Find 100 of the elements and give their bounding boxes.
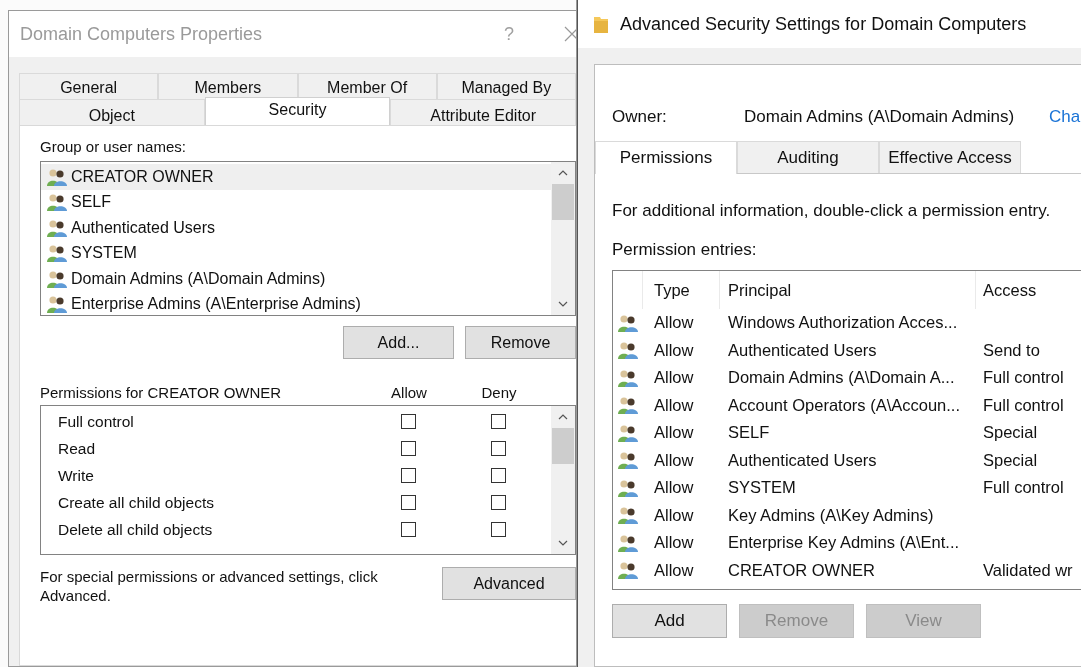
table-cell-text: Special	[982, 423, 1039, 443]
table-cell-text: Send to	[982, 340, 1041, 360]
column-header[interactable]: Access	[976, 271, 1081, 309]
tab[interactable]: Object	[19, 99, 205, 127]
checkbox[interactable]	[490, 441, 506, 456]
checkbox[interactable]	[490, 522, 506, 537]
owner-name: Domain Admins (A\Domain Admins)	[744, 107, 1016, 127]
permission-name: Read	[58, 439, 97, 458]
tab[interactable]: General	[19, 73, 159, 99]
scrollbar-thumb[interactable]	[552, 428, 574, 464]
checkbox[interactable]	[490, 468, 506, 483]
table-cell-text: Allow	[653, 423, 695, 443]
tab[interactable]: Auditing	[737, 141, 879, 173]
scrollbar[interactable]	[551, 162, 575, 315]
permission-name: Delete all child objects	[58, 520, 214, 539]
dialog-button[interactable]: Remove	[465, 326, 576, 359]
checkbox[interactable]	[400, 522, 416, 537]
scrollbar[interactable]	[551, 406, 575, 554]
permission-name: Write	[58, 466, 95, 485]
table-cell-text: Authenticated Users	[727, 340, 878, 360]
users-icon	[618, 561, 638, 580]
table-cell-text: Full control	[982, 395, 1065, 415]
table-cell-text: Full control	[982, 368, 1065, 388]
column-label: Allow	[390, 383, 428, 401]
tab[interactable]: Members	[158, 73, 298, 99]
chevron-down-icon[interactable]	[558, 540, 568, 546]
chevron-up-icon[interactable]	[558, 170, 568, 176]
checkbox[interactable]	[400, 441, 416, 456]
chevron-down-icon[interactable]	[558, 301, 568, 307]
tab[interactable]: Effective Access	[879, 141, 1021, 173]
users-icon	[47, 244, 67, 263]
tab[interactable]: Attribute Editor	[390, 99, 576, 127]
label: Permission entries:	[612, 240, 758, 260]
label: Owner:	[612, 107, 668, 127]
table-cell-text: Enterprise Key Admins (A\Ent...	[727, 533, 961, 553]
users-icon	[618, 533, 638, 552]
label: Group or user names:	[40, 138, 187, 155]
tab[interactable]: Security	[204, 97, 391, 125]
table-cell-text: Key Admins (A\Key Admins)	[727, 505, 935, 525]
table-cell-text: Full control	[982, 478, 1065, 498]
table-cell-text: Allow	[653, 340, 695, 360]
table-cell-text: Authenticated Users	[727, 450, 878, 470]
tab[interactable]: Managed By	[436, 73, 576, 99]
permission-name: Create all child objects	[58, 493, 215, 512]
scrollbar-thumb[interactable]	[552, 184, 574, 220]
table-cell-text: Allow	[653, 560, 695, 580]
chevron-up-icon[interactable]	[558, 414, 568, 420]
users-icon	[618, 506, 638, 525]
window-title: Advanced Security Settings for Domain Computers	[620, 13, 1027, 35]
table-cell-text: Allow	[653, 478, 695, 498]
users-icon	[618, 423, 638, 442]
users-icon	[618, 313, 638, 332]
label: Permissions for CREATOR OWNER	[40, 383, 283, 401]
list-item[interactable]: Domain Admins (A\Domain Admins)	[41, 266, 551, 292]
tab[interactable]: Permissions	[595, 141, 737, 174]
list-item[interactable]: Authenticated Users	[41, 215, 551, 241]
tab[interactable]: Member Of	[297, 73, 437, 99]
list-item[interactable]: SELF	[41, 189, 551, 215]
table-cell-text: Special	[982, 450, 1039, 470]
users-icon	[618, 341, 638, 360]
table-cell-text: Allow	[653, 368, 695, 388]
dialog-button[interactable]: Add...	[343, 326, 454, 359]
users-icon	[618, 451, 638, 470]
checkbox[interactable]	[400, 468, 416, 483]
users-icon	[47, 295, 67, 314]
table-cell-text: Windows Authorization Acces...	[727, 313, 959, 333]
table-cell-text: Allow	[653, 313, 695, 333]
table-cell-text: Validated wr	[982, 560, 1074, 580]
column-header[interactable]: Principal	[720, 271, 976, 309]
users-icon	[47, 167, 67, 186]
table-cell-text: Account Operators (A\Accoun...	[727, 395, 962, 415]
users-icon	[47, 193, 67, 212]
info-text: For additional information, double-click a permission entry.	[612, 201, 1052, 221]
table-cell-text: Domain Admins (A\Domain A...	[727, 368, 956, 388]
checkbox[interactable]	[490, 414, 506, 429]
table-cell-text: Allow	[653, 450, 695, 470]
users-icon	[47, 269, 67, 288]
checkbox[interactable]	[400, 414, 416, 429]
users-icon	[618, 396, 638, 415]
table-cell-text: Allow	[653, 505, 695, 525]
checkbox[interactable]	[490, 495, 506, 510]
list-item[interactable]: CREATOR OWNER	[41, 164, 551, 190]
table-cell-text: CREATOR OWNER	[727, 560, 876, 580]
table-cell-text: Allow	[653, 533, 695, 553]
users-icon	[618, 478, 638, 497]
table-cell-text: SYSTEM	[727, 478, 797, 498]
list-item[interactable]: Enterprise Admins (A\Enterprise Admins)	[41, 291, 551, 315]
column-header[interactable]: Type	[643, 271, 720, 309]
advanced-button[interactable]: Advanced	[442, 567, 576, 600]
table-cell-text: SELF	[727, 423, 771, 443]
checkbox[interactable]	[400, 495, 416, 510]
dialog-button[interactable]: Add	[612, 604, 727, 638]
users-icon	[618, 368, 638, 387]
folder-icon	[594, 15, 608, 33]
list-item[interactable]: SYSTEM	[41, 240, 551, 266]
note-text: For special permissions or advanced settings, click Advanced.	[40, 567, 379, 605]
window-title: Domain Computers Properties	[20, 23, 264, 45]
column-label: Deny	[480, 383, 518, 401]
permission-name: Full control	[58, 412, 135, 431]
change-link[interactable]: Cha	[1049, 107, 1081, 127]
